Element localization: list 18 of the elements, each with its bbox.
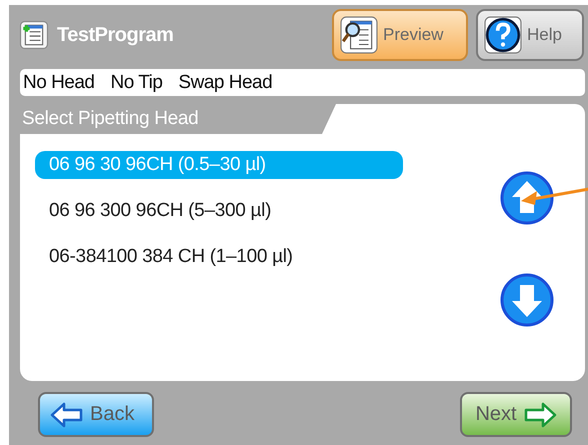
preview-button[interactable]: Preview <box>332 9 468 61</box>
next-button[interactable]: Next <box>460 392 572 437</box>
list-icon <box>20 21 48 49</box>
status-bar: No Head No Tip Swap Head <box>20 69 585 96</box>
list-item[interactable]: 06-384100 384 CH (1–100 µl) <box>35 243 403 271</box>
help-button[interactable]: Help <box>476 9 584 61</box>
right-arrow-icon <box>522 402 557 428</box>
help-icon <box>484 16 522 54</box>
back-button[interactable]: Back <box>38 392 154 437</box>
section-title: Select Pipetting Head <box>21 108 200 130</box>
list-item[interactable]: 06 96 300 96CH (5–300 µl) <box>35 197 403 225</box>
left-arrow-icon <box>50 402 84 428</box>
list-item[interactable]: 06 96 30 96CH (0.5–30 µl) <box>35 151 403 179</box>
magnifier-document-icon <box>340 16 378 54</box>
window-title: TestProgram <box>57 24 174 46</box>
scroll-down-button[interactable] <box>499 272 555 328</box>
scroll-up-button[interactable] <box>499 170 555 226</box>
annotation-arrow <box>519 185 588 207</box>
